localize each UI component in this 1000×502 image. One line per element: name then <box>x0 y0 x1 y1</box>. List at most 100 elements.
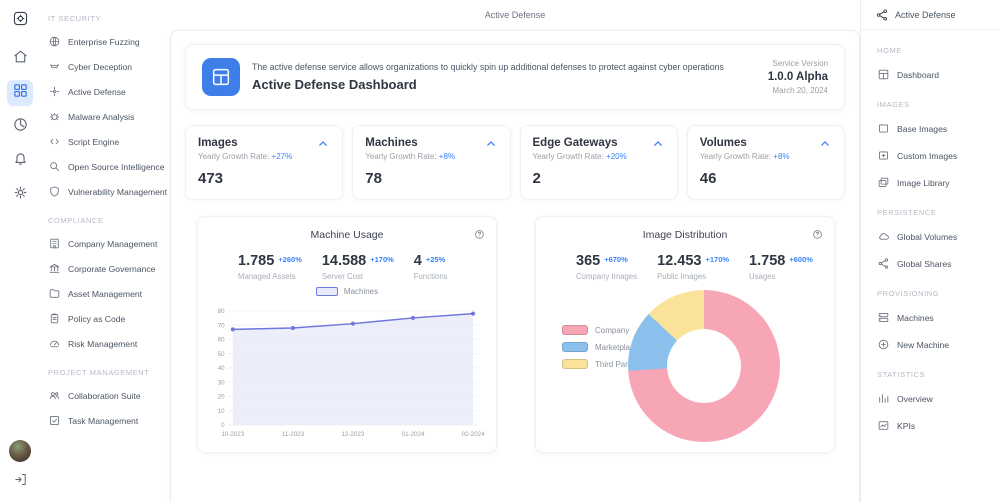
library-icon <box>877 176 890 189</box>
stat-card-title: Edge Gateways <box>533 137 627 149</box>
svg-text:10-2023: 10-2023 <box>221 431 244 438</box>
right-column: Active Defense HOME DashboardIMAGES Base… <box>860 0 1000 502</box>
svg-text:80: 80 <box>218 308 225 315</box>
machine-usage-title: Machine Usage <box>210 227 484 241</box>
chart-stat-top: 1.758 +600% <box>749 253 813 269</box>
help-icon[interactable] <box>812 227 823 245</box>
chart-stat-delta: +260% <box>278 255 302 264</box>
nav-item-active-defense[interactable]: Active Defense <box>46 79 166 104</box>
sign-out-icon <box>13 474 28 491</box>
chart-stat-value: 4 <box>414 253 422 269</box>
machines-legend-swatch <box>316 287 338 296</box>
charts-row: Machine Usage 1.785 +260% Managed Assets… <box>185 216 845 453</box>
rail-logo-button[interactable] <box>7 8 33 34</box>
context-switcher[interactable]: Active Defense <box>861 0 1000 30</box>
chart-stat-managed-assets: 1.785 +260% Managed Assets <box>238 253 302 281</box>
svg-text:30: 30 <box>218 379 225 386</box>
stat-cards-row: Images Yearly Growth Rate: +27% 473 Mach… <box>185 125 845 200</box>
nav-item-task-management[interactable]: Task Management <box>46 408 166 433</box>
stat-card-value: 473 <box>198 170 330 187</box>
nav-section-project-management: PROJECT MANAGEMENT Collaboration Suite T… <box>46 364 166 433</box>
nav-item-label: KPIs <box>897 421 915 431</box>
chevron-up-icon[interactable] <box>651 137 665 156</box>
rail-activity-button[interactable] <box>7 114 33 140</box>
nav-section-header: IT SECURITY <box>46 10 166 29</box>
service-banner: The active defense service allows organi… <box>185 44 845 110</box>
cloud-icon <box>877 230 890 243</box>
chevron-up-icon[interactable] <box>484 137 498 156</box>
sign-out-button[interactable] <box>13 472 28 492</box>
dashboard-icon <box>202 58 240 96</box>
nav-item-script-engine[interactable]: Script Engine <box>46 129 166 154</box>
plus-circle-icon <box>877 338 890 351</box>
banner-description: The active defense service allows organi… <box>252 62 756 72</box>
task-icon <box>48 414 61 427</box>
server-icon <box>877 311 890 324</box>
nav-item-global-shares[interactable]: Global Shares <box>875 250 994 277</box>
nav-item-policy-as-code[interactable]: Policy as Code <box>46 306 166 331</box>
deception-icon <box>48 60 61 73</box>
stat-card-edge-gateways: Edge Gateways Yearly Growth Rate: +20% 2 <box>520 125 678 200</box>
nav-item-corporate-governance[interactable]: Corporate Governance <box>46 256 166 281</box>
nav-section-images: IMAGES Base Images Custom Images Image L… <box>875 96 994 196</box>
stat-card-head: Machines Yearly Growth Rate: +8% <box>365 137 497 161</box>
growth-label: Yearly Growth Rate: <box>365 152 436 161</box>
chart-stat-top: 365 +670% <box>576 253 637 269</box>
growth-value: +8% <box>773 152 789 161</box>
bug-icon <box>48 110 61 123</box>
chart-icon <box>877 392 890 405</box>
stat-card-growth: Yearly Growth Rate: +27% <box>198 152 292 161</box>
nav-item-new-machine[interactable]: New Machine <box>875 331 994 358</box>
main-panel: The active defense service allows organi… <box>170 30 860 502</box>
user-avatar[interactable] <box>9 440 31 462</box>
stat-card-value: 46 <box>700 170 832 187</box>
nav-item-company-management[interactable]: Company Management <box>46 231 166 256</box>
nav-item-base-images[interactable]: Base Images <box>875 115 994 142</box>
apps-icon <box>12 82 29 104</box>
machines-legend-label: Machines <box>344 287 378 296</box>
rail-apps-button[interactable] <box>7 80 33 106</box>
chart-stat-delta: +25% <box>426 255 445 264</box>
gauge-icon <box>48 337 61 350</box>
topbar: Active Defense <box>170 0 860 30</box>
rail-notifications-button[interactable] <box>7 148 33 174</box>
rail-home-button[interactable] <box>7 46 33 72</box>
chart-stat-label: Public Images <box>657 272 729 281</box>
share-nodes-icon <box>875 8 889 22</box>
nav-item-overview[interactable]: Overview <box>875 385 994 412</box>
nav-item-global-volumes[interactable]: Global Volumes <box>875 223 994 250</box>
svg-text:11-2023: 11-2023 <box>282 431 305 438</box>
nav-item-label: Global Volumes <box>897 232 957 242</box>
rail-settings-button[interactable] <box>7 182 33 208</box>
search-icon <box>48 160 61 173</box>
stat-card-text: Volumes Yearly Growth Rate: +8% <box>700 137 790 161</box>
context-label: Active Defense <box>895 10 956 20</box>
stat-card-growth: Yearly Growth Rate: +20% <box>533 152 627 161</box>
svg-text:12-2023: 12-2023 <box>342 431 365 438</box>
target-icon <box>48 85 61 98</box>
nav-item-malware-analysis[interactable]: Malware Analysis <box>46 104 166 129</box>
nav-item-enterprise-fuzzing[interactable]: Enterprise Fuzzing <box>46 29 166 54</box>
nav-item-collaboration-suite[interactable]: Collaboration Suite <box>46 383 166 408</box>
nav-item-image-library[interactable]: Image Library <box>875 169 994 196</box>
chevron-up-icon[interactable] <box>818 137 832 156</box>
growth-value: +20% <box>606 152 627 161</box>
help-icon[interactable] <box>474 227 485 245</box>
chart-stat-label: Functions <box>414 272 448 281</box>
nav-item-dashboard[interactable]: Dashboard <box>875 61 994 88</box>
nav-item-vulnerability-management[interactable]: Vulnerability Management <box>46 179 166 204</box>
legend-item-marketplace: Marketplace <box>562 342 639 352</box>
nav-item-label: Risk Management <box>68 339 137 349</box>
nav-item-kpis[interactable]: KPIs <box>875 412 994 439</box>
nav-item-machines[interactable]: Machines <box>875 304 994 331</box>
chevron-up-icon[interactable] <box>316 137 330 156</box>
nav-item-risk-management[interactable]: Risk Management <box>46 331 166 356</box>
chart-stat-top: 14.588 +170% <box>322 253 394 269</box>
nav-item-custom-images[interactable]: Custom Images <box>875 142 994 169</box>
clipboard-icon <box>48 312 61 325</box>
nav-item-open-source-intelligence[interactable]: Open Source Intelligence <box>46 154 166 179</box>
chart-stat-delta: +170% <box>370 255 394 264</box>
nav-item-cyber-deception[interactable]: Cyber Deception <box>46 54 166 79</box>
growth-label: Yearly Growth Rate: <box>198 152 269 161</box>
nav-item-asset-management[interactable]: Asset Management <box>46 281 166 306</box>
